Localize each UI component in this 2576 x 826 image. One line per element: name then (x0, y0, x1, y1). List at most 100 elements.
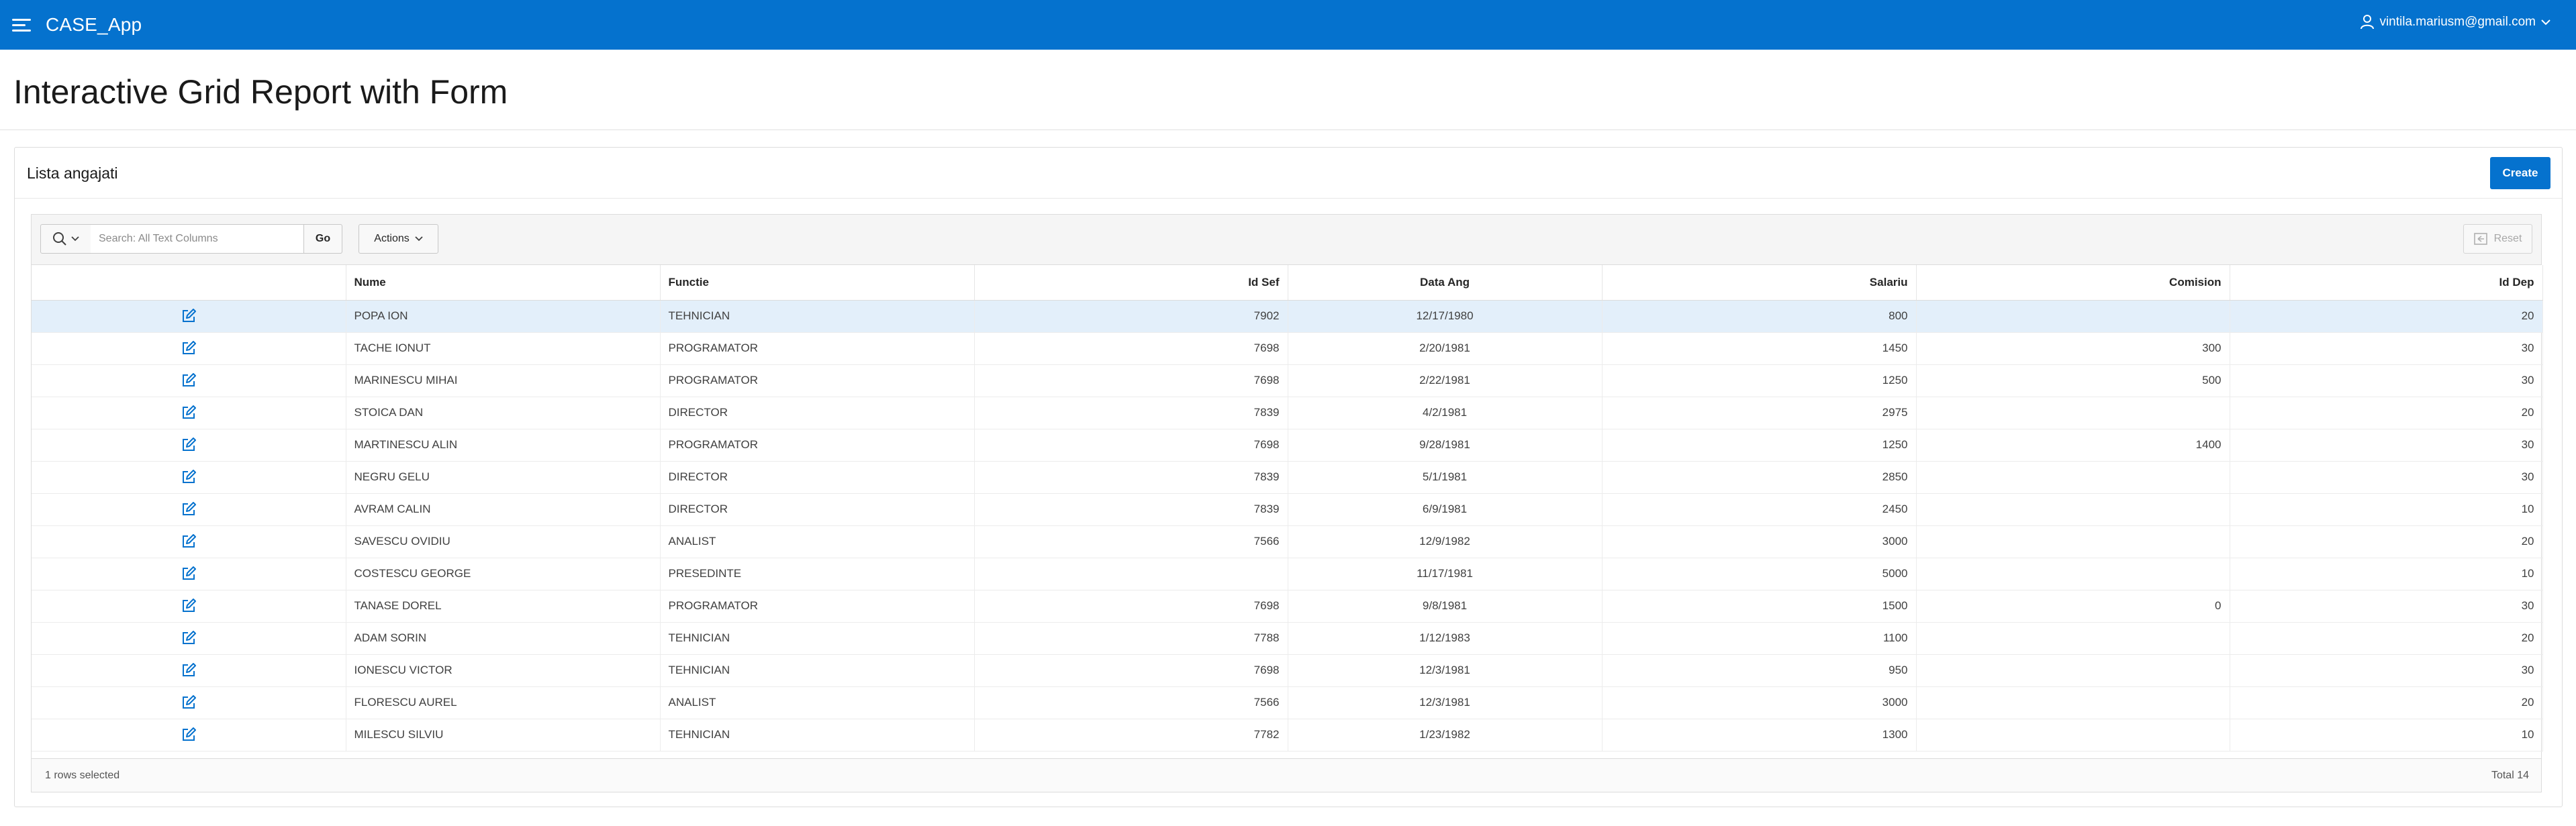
cell-nume[interactable]: STOICA DAN (346, 397, 661, 429)
edit-icon[interactable] (181, 566, 196, 581)
cell-salariu[interactable]: 1300 (1602, 719, 1917, 752)
edit-icon[interactable] (181, 663, 196, 678)
cell-comision[interactable] (1916, 397, 2230, 429)
edit-cell[interactable] (32, 332, 346, 365)
cell-id-dep[interactable]: 20 (2230, 525, 2543, 558)
edit-icon[interactable] (181, 373, 196, 388)
edit-cell[interactable] (32, 590, 346, 623)
cell-salariu[interactable]: 1500 (1602, 590, 1917, 623)
cell-nume[interactable]: AVRAM CALIN (346, 493, 661, 526)
table-row[interactable]: POPA ION TEHNICIAN 7902 12/17/1980 800 20 (32, 300, 2543, 333)
cell-id-sef[interactable]: 7698 (974, 332, 1288, 365)
edit-cell[interactable] (32, 493, 346, 526)
cell-comision[interactable] (1916, 654, 2230, 687)
cell-data-ang[interactable]: 12/3/1981 (1288, 654, 1603, 687)
table-row[interactable]: FLORESCU AUREL ANALIST 7566 12/3/1981 3000 20 (32, 686, 2543, 719)
edit-icon[interactable] (181, 309, 196, 323)
cell-nume[interactable]: TACHE IONUT (346, 332, 661, 365)
cell-id-sef[interactable]: 7566 (974, 525, 1288, 558)
cell-salariu[interactable]: 5000 (1602, 558, 1917, 590)
cell-id-dep[interactable]: 30 (2230, 364, 2543, 397)
cell-data-ang[interactable]: 9/28/1981 (1288, 429, 1603, 462)
cell-comision[interactable]: 300 (1916, 332, 2230, 365)
cell-functie[interactable]: ANALIST (660, 686, 975, 719)
cell-comision[interactable] (1916, 461, 2230, 494)
cell-id-sef[interactable]: 7839 (974, 461, 1288, 494)
cell-data-ang[interactable]: 12/9/1982 (1288, 525, 1603, 558)
cell-comision[interactable] (1916, 719, 2230, 752)
cell-nume[interactable]: ADAM SORIN (346, 622, 661, 655)
cell-salariu[interactable]: 800 (1602, 300, 1917, 333)
cell-nume[interactable]: COSTESCU GEORGE (346, 558, 661, 590)
cell-salariu[interactable]: 950 (1602, 654, 1917, 687)
cell-id-sef[interactable]: 7698 (974, 364, 1288, 397)
cell-functie[interactable]: PROGRAMATOR (660, 364, 975, 397)
cell-comision[interactable] (1916, 622, 2230, 655)
edit-cell[interactable] (32, 300, 346, 333)
actions-menu-button[interactable]: Actions (359, 224, 438, 254)
column-header-functie[interactable]: Functie (660, 265, 975, 301)
edit-cell[interactable] (32, 622, 346, 655)
column-header-salariu[interactable]: Salariu (1602, 265, 1917, 301)
cell-comision[interactable] (1916, 300, 2230, 333)
table-row[interactable]: NEGRU GELU DIRECTOR 7839 5/1/1981 2850 30 (32, 461, 2543, 494)
cell-functie[interactable]: TEHNICIAN (660, 719, 975, 752)
search-input[interactable] (91, 224, 304, 254)
reset-button[interactable]: Reset (2463, 224, 2532, 254)
cell-functie[interactable]: DIRECTOR (660, 493, 975, 526)
edit-icon[interactable] (181, 405, 196, 420)
cell-functie[interactable]: ANALIST (660, 525, 975, 558)
create-button[interactable]: Create (2490, 157, 2550, 189)
go-button[interactable]: Go (303, 224, 342, 254)
edit-icon[interactable] (181, 437, 196, 452)
cell-id-dep[interactable]: 30 (2230, 654, 2543, 687)
cell-salariu[interactable]: 3000 (1602, 525, 1917, 558)
cell-salariu[interactable]: 3000 (1602, 686, 1917, 719)
cell-comision[interactable]: 0 (1916, 590, 2230, 623)
edit-cell[interactable] (32, 719, 346, 752)
table-row[interactable]: MARINESCU MIHAI PROGRAMATOR 7698 2/22/1981 1… (32, 364, 2543, 397)
table-row[interactable]: ADAM SORIN TEHNICIAN 7788 1/12/1983 1100 20 (32, 622, 2543, 655)
cell-id-sef[interactable] (974, 558, 1288, 590)
cell-salariu[interactable]: 1450 (1602, 332, 1917, 365)
cell-salariu[interactable]: 1100 (1602, 622, 1917, 655)
cell-data-ang[interactable]: 12/3/1981 (1288, 686, 1603, 719)
cell-id-dep[interactable]: 30 (2230, 429, 2543, 462)
cell-nume[interactable]: MARINESCU MIHAI (346, 364, 661, 397)
table-row[interactable]: MILESCU SILVIU TEHNICIAN 7782 1/23/1982 1300… (32, 719, 2543, 752)
edit-icon[interactable] (181, 727, 196, 742)
cell-nume[interactable]: NEGRU GELU (346, 461, 661, 494)
edit-icon[interactable] (181, 695, 196, 710)
table-row[interactable]: COSTESCU GEORGE PRESEDINTE 11/17/1981 5000 1… (32, 558, 2543, 590)
cell-functie[interactable]: PROGRAMATOR (660, 429, 975, 462)
cell-data-ang[interactable]: 11/17/1981 (1288, 558, 1603, 590)
cell-id-dep[interactable]: 10 (2230, 558, 2543, 590)
cell-nume[interactable]: MILESCU SILVIU (346, 719, 661, 752)
cell-id-sef[interactable]: 7839 (974, 493, 1288, 526)
cell-id-sef[interactable]: 7839 (974, 397, 1288, 429)
edit-icon[interactable] (181, 470, 196, 484)
menu-icon[interactable] (12, 17, 32, 34)
cell-functie[interactable]: DIRECTOR (660, 461, 975, 494)
cell-functie[interactable]: DIRECTOR (660, 397, 975, 429)
column-header-id-dep[interactable]: Id Dep (2230, 265, 2543, 301)
edit-cell[interactable] (32, 686, 346, 719)
cell-id-dep[interactable]: 30 (2230, 590, 2543, 623)
cell-data-ang[interactable]: 6/9/1981 (1288, 493, 1603, 526)
column-header-nume[interactable]: Nume (346, 265, 661, 301)
cell-nume[interactable]: SAVESCU OVIDIU (346, 525, 661, 558)
cell-comision[interactable] (1916, 558, 2230, 590)
cell-comision[interactable]: 500 (1916, 364, 2230, 397)
cell-id-dep[interactable]: 30 (2230, 461, 2543, 494)
cell-id-sef[interactable]: 7698 (974, 429, 1288, 462)
column-header-data-ang[interactable]: Data Ang (1288, 265, 1603, 301)
edit-cell[interactable] (32, 429, 346, 462)
cell-id-dep[interactable]: 20 (2230, 622, 2543, 655)
table-row[interactable]: IONESCU VICTOR TEHNICIAN 7698 12/3/1981 950 3… (32, 654, 2543, 687)
cell-data-ang[interactable]: 2/20/1981 (1288, 332, 1603, 365)
column-header-comision[interactable]: Comision (1916, 265, 2230, 301)
cell-data-ang[interactable]: 4/2/1981 (1288, 397, 1603, 429)
cell-id-sef[interactable]: 7902 (974, 300, 1288, 333)
cell-id-sef[interactable]: 7566 (974, 686, 1288, 719)
cell-nume[interactable]: FLORESCU AUREL (346, 686, 661, 719)
